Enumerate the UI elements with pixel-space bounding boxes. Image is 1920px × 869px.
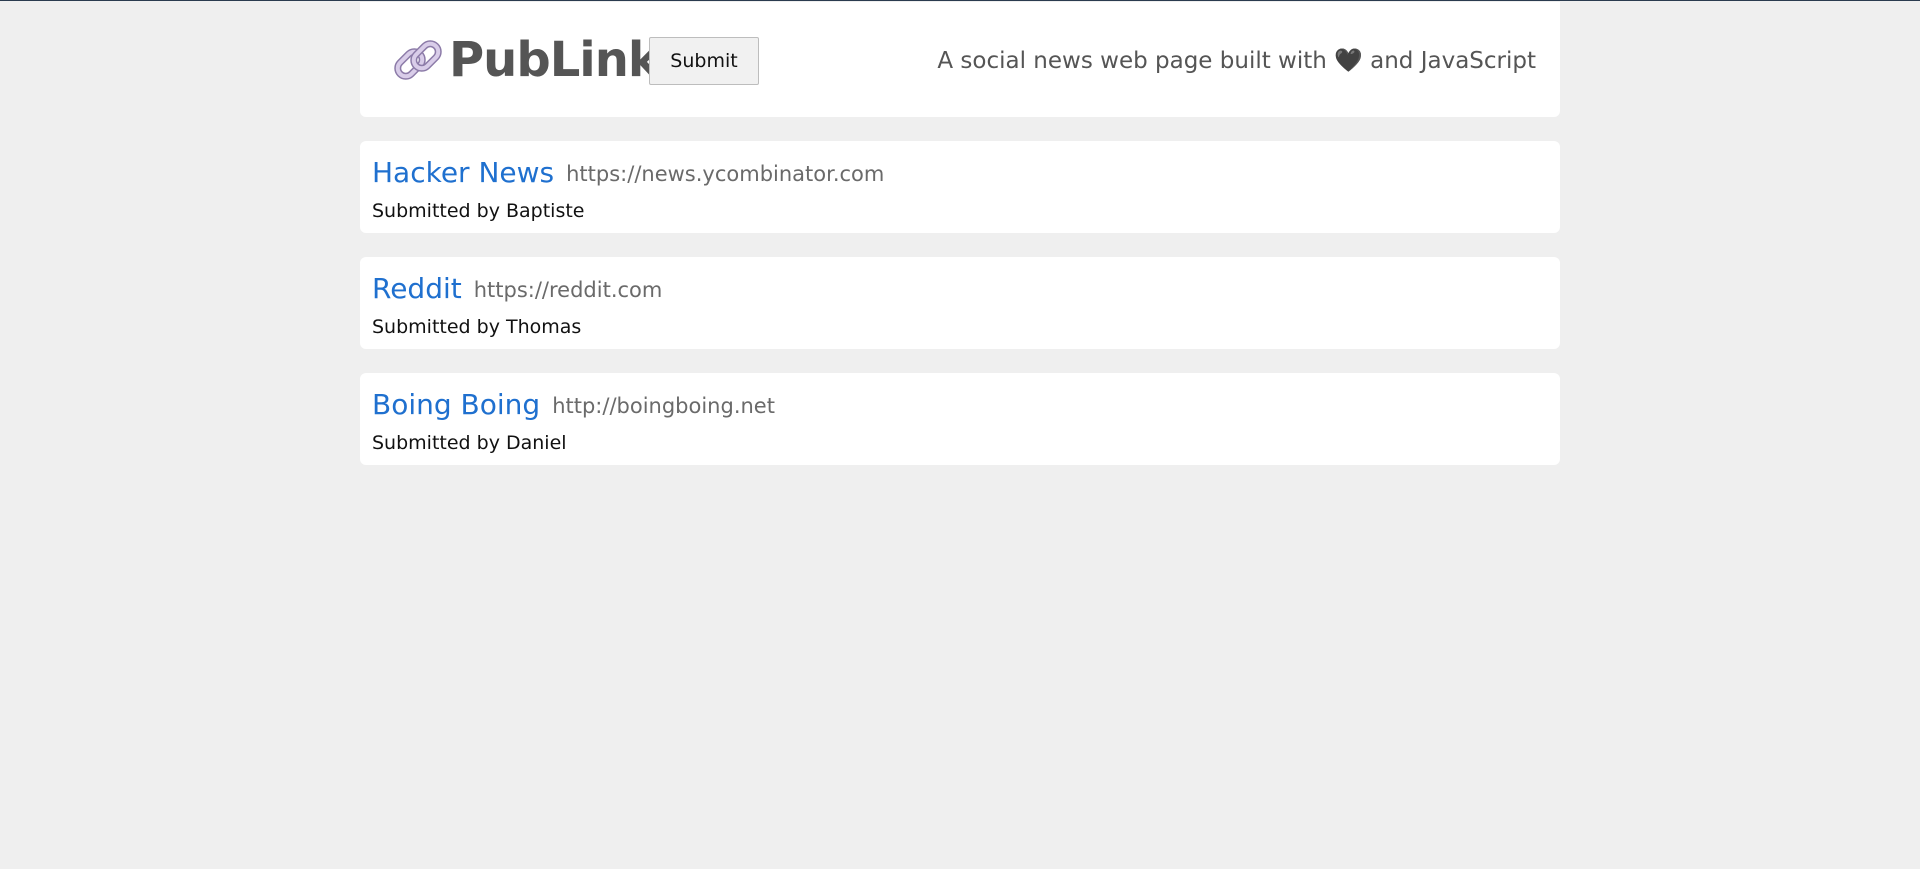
link-author: Submitted by Daniel xyxy=(372,432,567,454)
tagline-text-after: and JavaScript xyxy=(1362,48,1536,74)
heart-icon: 🖤 xyxy=(1334,48,1363,74)
link-author: Submitted by Baptiste xyxy=(372,200,585,222)
link-title-text: Reddit xyxy=(372,272,462,305)
link-title[interactable]: Reddit https://reddit.com xyxy=(372,270,662,309)
link-url: https://news.ycombinator.com xyxy=(566,162,885,186)
link-author: Submitted by Thomas xyxy=(372,316,582,338)
link-title[interactable]: Hacker News https://news.ycombinator.com xyxy=(372,154,884,193)
submit-button[interactable]: Submit xyxy=(649,37,759,85)
tagline: A social news web page built with 🖤 and … xyxy=(937,46,1536,76)
link-url: https://reddit.com xyxy=(473,278,663,302)
header: PubLink Submit A social news web page bu… xyxy=(360,2,1560,117)
tagline-text-before: A social news web page built with xyxy=(937,48,1335,74)
brand-title: PubLink xyxy=(449,32,660,88)
link-title[interactable]: Boing Boing http://boingboing.net xyxy=(372,386,775,425)
link-url: http://boingboing.net xyxy=(552,394,775,418)
link-title-text: Boing Boing xyxy=(372,388,541,421)
link-icon xyxy=(394,40,442,80)
link-card: Reddit https://reddit.com Submitted by Th… xyxy=(360,257,1560,349)
link-card: Boing Boing http://boingboing.net Submitt… xyxy=(360,373,1560,465)
page-container: PubLink Submit A social news web page bu… xyxy=(360,2,1560,465)
link-card: Hacker News https://news.ycombinator.com … xyxy=(360,141,1560,233)
link-title-text: Hacker News xyxy=(372,156,555,189)
